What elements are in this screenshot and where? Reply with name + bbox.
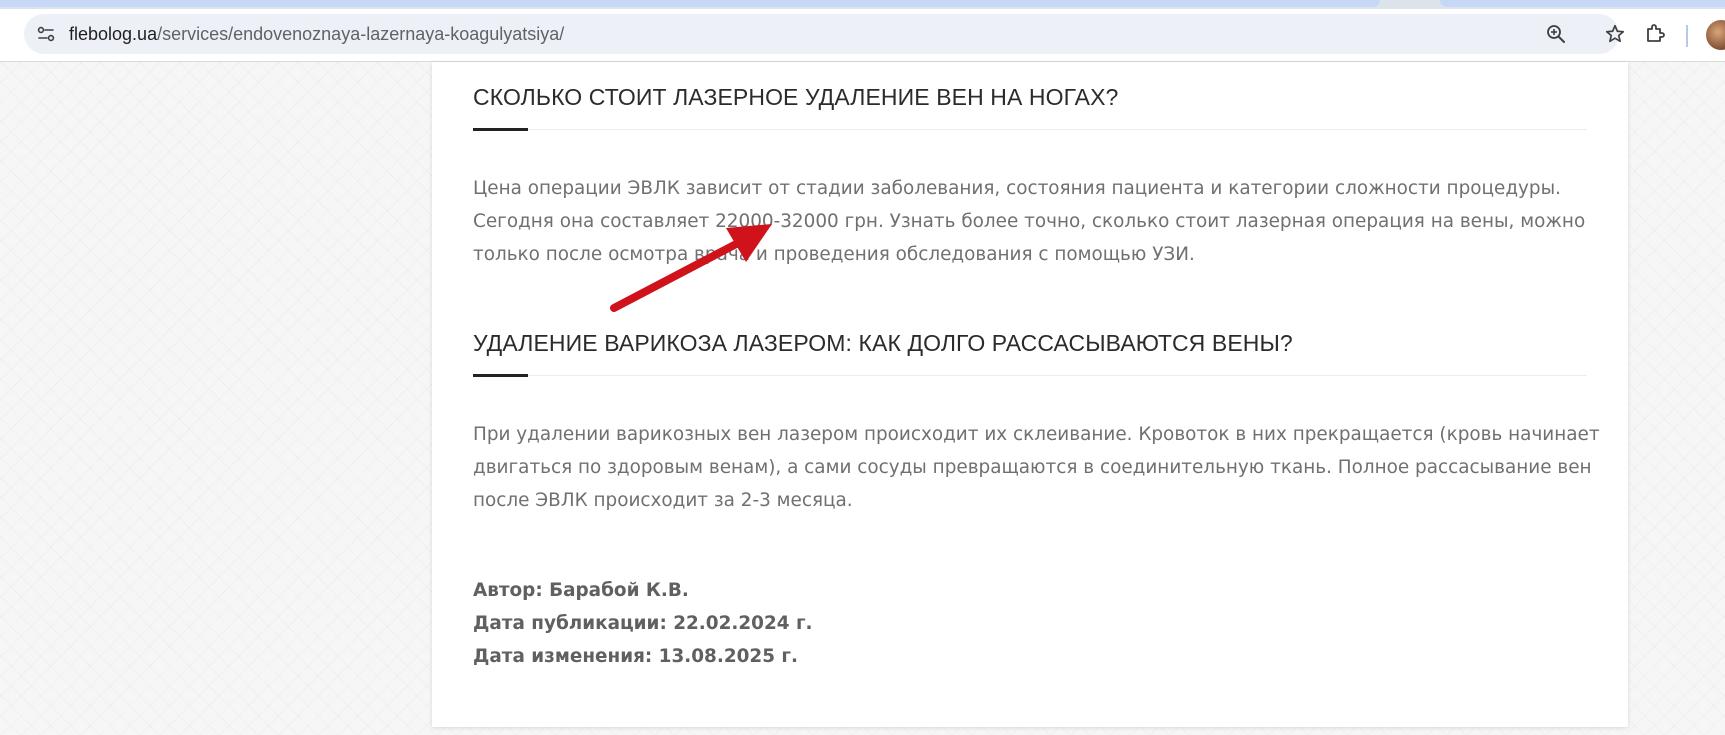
zoom-icon[interactable] bbox=[1546, 24, 1566, 44]
article-author: Автор: Барабой К.В. bbox=[473, 580, 689, 601]
article-card: СКОЛЬКО СТОИТ ЛАЗЕРНОЕ УДАЛЕНИЕ ВЕН НА Н… bbox=[432, 62, 1628, 727]
address-bar[interactable]: flebolog.ua/services/endovenoznaya-lazer… bbox=[24, 14, 1625, 54]
url-path: /services/endovenoznaya-lazernaya-koagul… bbox=[157, 24, 565, 44]
url-text[interactable]: flebolog.ua/services/endovenoznaya-lazer… bbox=[69, 24, 564, 44]
profile-avatar[interactable] bbox=[1706, 20, 1725, 50]
page-background: СКОЛЬКО СТОИТ ЛАЗЕРНОЕ УДАЛЕНИЕ ВЕН НА Н… bbox=[0, 62, 1725, 735]
toolbar-separator bbox=[1686, 25, 1688, 47]
active-tab[interactable] bbox=[0, 0, 1380, 7]
site-info-icon[interactable] bbox=[36, 24, 56, 44]
url-host: flebolog.ua bbox=[69, 24, 158, 44]
article-published-date: Дата публикации: 22.02.2024 г. bbox=[473, 613, 813, 634]
bookmark-star-icon[interactable] bbox=[1604, 23, 1626, 45]
section-body-resorption: При удалении варикозных вен лазером прои… bbox=[473, 424, 1600, 511]
section-title-price: СКОЛЬКО СТОИТ ЛАЗЕРНОЕ УДАЛЕНИЕ ВЕН НА Н… bbox=[473, 84, 1119, 110]
browser-toolbar: flebolog.ua/services/endovenoznaya-lazer… bbox=[0, 9, 1725, 62]
tab-strip bbox=[0, 0, 1725, 9]
section-divider bbox=[473, 375, 1587, 376]
annotation-arrow-icon bbox=[610, 224, 772, 312]
section-title-resorption: УДАЛЕНИЕ ВАРИКОЗА ЛАЗЕРОМ: КАК ДОЛГО РАС… bbox=[473, 330, 1293, 356]
article-modified-date: Дата изменения: 13.08.2025 г. bbox=[473, 646, 799, 667]
extensions-icon[interactable] bbox=[1643, 21, 1667, 45]
section-accent-rule bbox=[473, 128, 528, 131]
section-accent-rule bbox=[473, 374, 528, 377]
section-divider bbox=[473, 129, 1587, 130]
background-tab[interactable] bbox=[1440, 0, 1725, 7]
